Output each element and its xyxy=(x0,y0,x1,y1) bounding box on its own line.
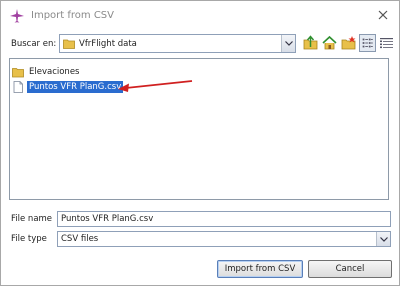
look-in-label: Buscar en: xyxy=(11,39,57,49)
chevron-down-icon[interactable] xyxy=(281,35,295,52)
home-icon[interactable] xyxy=(321,34,338,52)
file-icon xyxy=(13,80,23,93)
list-item-folder[interactable]: Elevaciones xyxy=(12,65,81,78)
file-type-label: File type xyxy=(11,234,47,244)
list-item-label: Elevaciones xyxy=(29,66,80,77)
file-type-dropdown[interactable]: CSV files xyxy=(57,231,391,247)
list-item-file[interactable]: Puntos VFR PlanG.csv xyxy=(12,80,124,93)
file-list[interactable]: Elevaciones Puntos VFR PlanG.csv xyxy=(9,58,389,200)
folder-up-icon[interactable] xyxy=(302,34,319,52)
airplane-app-icon xyxy=(10,9,24,23)
red-arrow-icon xyxy=(118,80,193,92)
look-in-value: VfrFlight data xyxy=(79,39,137,49)
file-name-input[interactable] xyxy=(57,211,391,227)
close-icon[interactable] xyxy=(373,5,393,25)
import-csv-dialog: Import from CSV Buscar en: VfrFlight dat… xyxy=(0,0,400,286)
look-in-dropdown[interactable]: VfrFlight data xyxy=(59,34,296,53)
details-view-icon[interactable] xyxy=(378,34,395,52)
file-name-label: File name xyxy=(11,214,53,224)
folder-icon xyxy=(63,39,75,49)
folder-icon xyxy=(12,67,24,77)
list-item-label: Puntos VFR PlanG.csv xyxy=(27,80,124,93)
import-button[interactable]: Import from CSV xyxy=(217,260,303,278)
cancel-button[interactable]: Cancel xyxy=(308,260,392,278)
list-view-icon[interactable] xyxy=(359,34,376,52)
chevron-down-icon[interactable] xyxy=(376,232,390,246)
new-folder-icon[interactable] xyxy=(340,34,357,52)
file-type-value: CSV files xyxy=(61,234,99,244)
window-title: Import from CSV xyxy=(31,10,114,21)
title-bar[interactable]: Import from CSV xyxy=(1,1,399,30)
